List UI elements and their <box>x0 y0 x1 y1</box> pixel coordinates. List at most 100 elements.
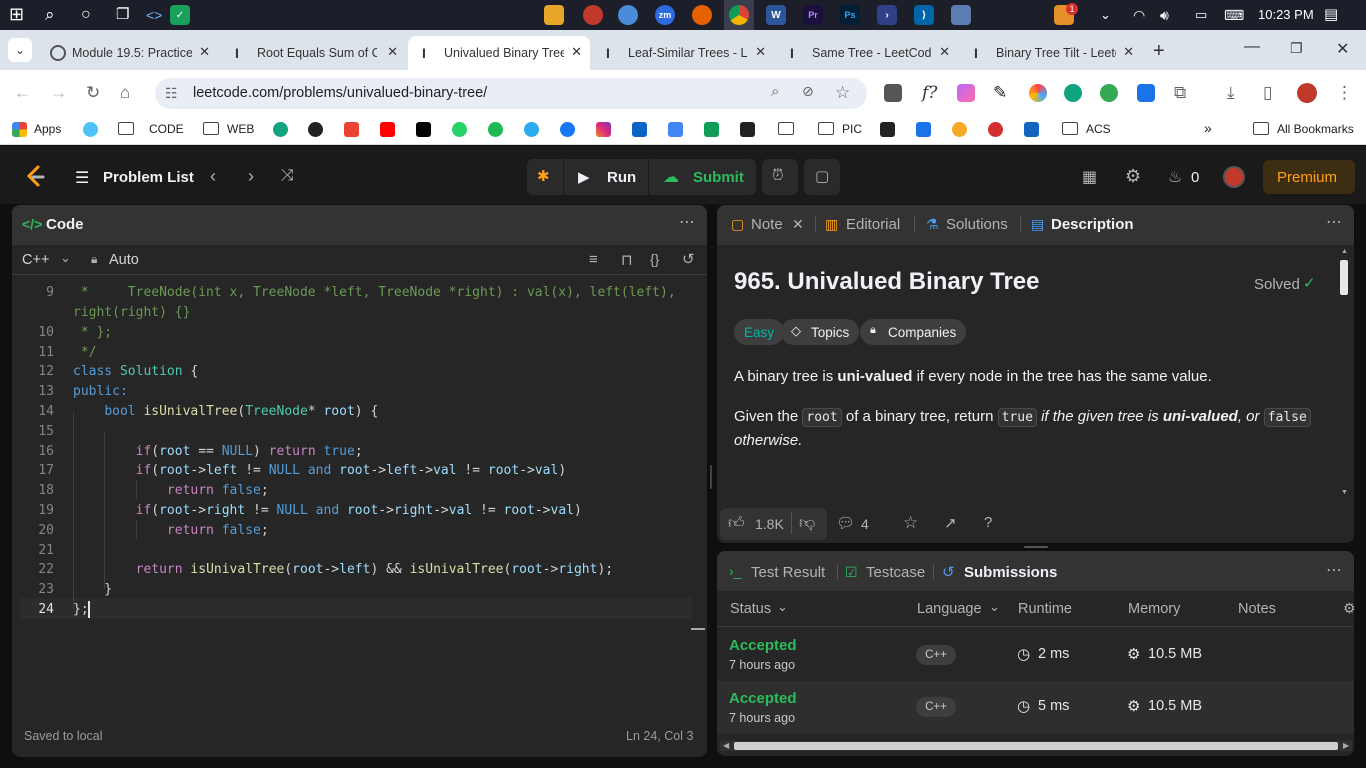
next-problem-chevron-icon[interactable]: › <box>248 166 254 187</box>
eye-off-icon[interactable]: ⊘ <box>802 83 814 100</box>
folder-icon[interactable] <box>778 122 794 135</box>
chat-app-icon[interactable] <box>618 5 638 25</box>
companies-chip[interactable]: 🔒︎ Companies <box>860 319 967 345</box>
chevron-down-icon[interactable]: ⌄ <box>60 250 71 266</box>
tab-test-result[interactable]: Test Result <box>751 564 825 581</box>
blue-site-icon[interactable] <box>1024 122 1039 137</box>
tab-solutions[interactable]: Solutions <box>946 216 1008 233</box>
settings-gear-icon[interactable]: ⚙ <box>1343 600 1356 617</box>
github-icon[interactable] <box>308 122 323 137</box>
home-icon[interactable]: ⌂ <box>120 83 130 103</box>
color-extension-icon[interactable] <box>1029 84 1047 102</box>
new-tab-button[interactable]: + <box>1153 40 1165 63</box>
restore-window-button[interactable]: ❐ <box>1290 40 1303 57</box>
submit-button[interactable]: ☁ Submit <box>649 159 756 195</box>
streak-fire-icon[interactable]: ♨ <box>1168 167 1182 187</box>
bookmark-apps[interactable]: Apps <box>34 122 61 136</box>
run-button[interactable]: ▶ Run <box>564 159 648 195</box>
panel-more-icon[interactable]: ⋯ <box>1326 212 1342 232</box>
tab-root-equals-sum[interactable]: Ɩ Root Equals Sum of C ✕ <box>221 36 406 70</box>
premium-button[interactable]: Premium <box>1263 160 1355 194</box>
table-row[interactable] <box>717 681 1354 733</box>
minimap-scroll-marker[interactable] <box>691 628 705 630</box>
site-info-icon[interactable]: ☷ <box>165 85 178 102</box>
problem-list-link[interactable]: Problem List <box>103 169 194 186</box>
whatsapp-icon[interactable] <box>452 122 467 137</box>
tab-description[interactable]: Description <box>1051 216 1134 233</box>
action-center-icon[interactable]: ▤ <box>1324 4 1338 26</box>
panel-resize-handle[interactable] <box>710 465 712 489</box>
prev-problem-chevron-icon[interactable]: ‹ <box>210 166 216 187</box>
profile-avatar[interactable] <box>1297 83 1317 103</box>
gmail-icon[interactable] <box>344 122 359 137</box>
minimize-window-button[interactable]: — <box>1244 38 1260 56</box>
mail-site-icon[interactable] <box>916 122 931 137</box>
braces-icon[interactable]: {} <box>650 251 659 267</box>
if-site-icon[interactable] <box>740 122 755 137</box>
panel-resize-handle[interactable] <box>1024 546 1048 548</box>
search-icon[interactable]: ⌕ <box>45 4 55 26</box>
help-icon[interactable]: ? <box>984 514 992 531</box>
orange-site-icon[interactable] <box>952 122 967 137</box>
close-window-button[interactable]: ✕ <box>1336 39 1349 59</box>
topics-chip[interactable]: ◇ Topics <box>781 319 860 345</box>
x-twitter-icon[interactable] <box>416 122 431 137</box>
eyedropper-icon[interactable]: ✎ <box>993 83 1007 103</box>
scrollbar-thumb[interactable] <box>1340 260 1348 295</box>
bookmark-folder-web[interactable]: WEB <box>227 122 254 136</box>
zoom-icon[interactable]: ⌕ <box>771 83 779 100</box>
wifi-icon[interactable]: ◠ <box>1133 4 1145 26</box>
close-icon[interactable]: ✕ <box>792 216 804 233</box>
reset-icon[interactable]: ↺ <box>682 250 695 268</box>
close-icon[interactable]: ✕ <box>1123 44 1134 60</box>
description-scrollbar[interactable]: ▲ ▼ <box>1339 248 1349 500</box>
extension-icon[interactable] <box>884 84 902 102</box>
tab-same-tree[interactable]: Ɩ Same Tree - LeetCode ✕ <box>776 36 958 70</box>
shuffle-icon[interactable]: ⤨ <box>281 167 294 185</box>
tablet-app-icon[interactable] <box>951 5 971 25</box>
instagram-icon[interactable] <box>596 122 611 137</box>
thumbs-up-icon[interactable]: 👍︎ <box>728 514 745 533</box>
forward-arrow-icon[interactable]: → <box>50 83 67 103</box>
bookmark-all-bookmarks[interactable]: All Bookmarks <box>1277 122 1354 136</box>
chevron-down-icon[interactable]: ⌄ <box>989 599 1000 615</box>
w-site-icon[interactable] <box>704 122 719 137</box>
bookmark-folder-code[interactable]: CODE <box>149 122 184 136</box>
layout-grid-icon[interactable]: ▦ <box>1082 167 1097 187</box>
bookmark-star-icon[interactable]: ☆ <box>835 83 850 103</box>
notes-button[interactable]: ▢ <box>804 159 840 195</box>
favorite-star-icon[interactable]: ☆ <box>903 513 918 533</box>
chevron-down-icon[interactable]: ⌄ <box>777 599 788 615</box>
bookmark-icon[interactable]: ⊓ <box>621 251 633 269</box>
file-explorer-icon[interactable] <box>544 5 564 25</box>
user-avatar[interactable] <box>1223 166 1245 188</box>
plus-extension-icon[interactable] <box>1100 84 1118 102</box>
column-header-status[interactable]: Status <box>730 601 771 617</box>
chrome-icon[interactable] <box>729 5 749 25</box>
colorful-app-icon[interactable] <box>583 5 603 25</box>
bookmark-site-icon[interactable] <box>83 122 98 137</box>
telegram-icon[interactable] <box>524 122 539 137</box>
tab-leaf-similar-trees[interactable]: Ɩ Leaf-Similar Trees - Le ✕ <box>592 36 774 70</box>
reload-icon[interactable]: ↻ <box>86 83 100 103</box>
firefox-icon[interactable] <box>692 5 712 25</box>
more-bookmarks-chevron-icon[interactable]: » <box>1204 120 1212 136</box>
thumbs-down-icon[interactable]: 👎︎ <box>799 514 815 533</box>
comment-icon[interactable]: 💬︎ <box>836 514 855 532</box>
format-icon[interactable]: ≡ <box>589 251 598 268</box>
tab-univalued-binary-tree[interactable]: Ɩ Univalued Binary Tree ✕ <box>408 36 590 70</box>
timer-button[interactable]: ⏰︎ <box>762 159 798 195</box>
bookmark-folder-pic[interactable]: PIC <box>842 122 862 136</box>
cortana-icon[interactable]: ○ <box>81 4 91 26</box>
settings-gear-icon[interactable]: ⚙ <box>1125 166 1141 187</box>
debug-button[interactable]: ✱ <box>527 159 563 195</box>
submission-status[interactable]: Accepted <box>729 690 797 707</box>
close-icon[interactable]: ✕ <box>199 44 210 60</box>
side-panel-icon[interactable]: ▯ <box>1263 83 1272 103</box>
photoshop-icon[interactable]: Ps <box>840 5 860 25</box>
table-row[interactable] <box>717 627 1354 680</box>
linkedin-icon[interactable] <box>632 122 647 137</box>
tab-note[interactable]: Note <box>751 216 783 233</box>
speed-site-icon[interactable] <box>988 122 1003 137</box>
taskbar-clock[interactable]: 10:23 PM <box>1258 7 1314 22</box>
